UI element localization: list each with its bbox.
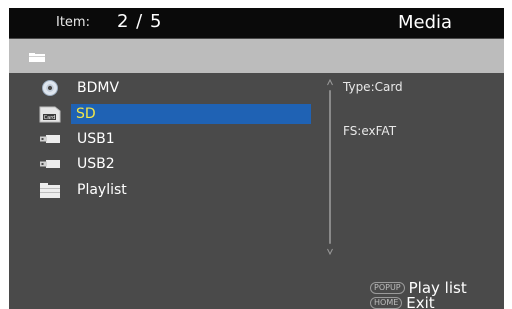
scrollbar[interactable] xyxy=(327,78,333,256)
header-bar: Item: 2 / 5 Media xyxy=(9,8,504,38)
item-counter: 2 / 5 xyxy=(117,11,163,32)
scroll-track xyxy=(329,90,331,244)
list-item-bdmv[interactable]: BDMV xyxy=(39,78,311,98)
hint-home: HOME Exit xyxy=(370,294,435,309)
popup-key-badge: POPUP xyxy=(370,282,405,294)
list-item-usb1[interactable]: USB1 xyxy=(39,129,311,149)
list-item-playlist[interactable]: Playlist xyxy=(39,180,311,200)
folder-icon xyxy=(29,53,45,62)
hint-home-label: Exit xyxy=(406,294,435,309)
info-filesystem: FS:exFAT xyxy=(343,124,397,138)
scroll-down-arrow-icon xyxy=(327,248,333,256)
home-key-badge: HOME xyxy=(370,297,403,309)
list-item-label: SD xyxy=(76,106,96,122)
sd-card-icon: Card xyxy=(39,105,61,123)
scroll-up-arrow-icon xyxy=(327,78,333,86)
disc-icon xyxy=(39,79,61,97)
list-item-label: USB2 xyxy=(77,156,115,172)
list-item-sd[interactable]: SD xyxy=(71,104,311,124)
item-label: Item: xyxy=(56,15,90,30)
path-bar xyxy=(9,39,504,73)
usb-icon xyxy=(39,155,61,173)
list-item-usb2[interactable]: USB2 xyxy=(39,154,311,174)
list-item-label: Playlist xyxy=(77,182,127,198)
info-type: Type:Card xyxy=(343,80,403,94)
usb-icon xyxy=(39,130,61,148)
list-item-label: BDMV xyxy=(77,80,120,96)
page-title: Media xyxy=(398,12,453,33)
media-screen: Item: 2 / 5 Media BDMV Card SD USB1 USB2… xyxy=(9,8,504,309)
folder-icon xyxy=(39,181,61,199)
card-badge-text: Card xyxy=(44,115,56,121)
list-item-label: USB1 xyxy=(77,131,115,147)
